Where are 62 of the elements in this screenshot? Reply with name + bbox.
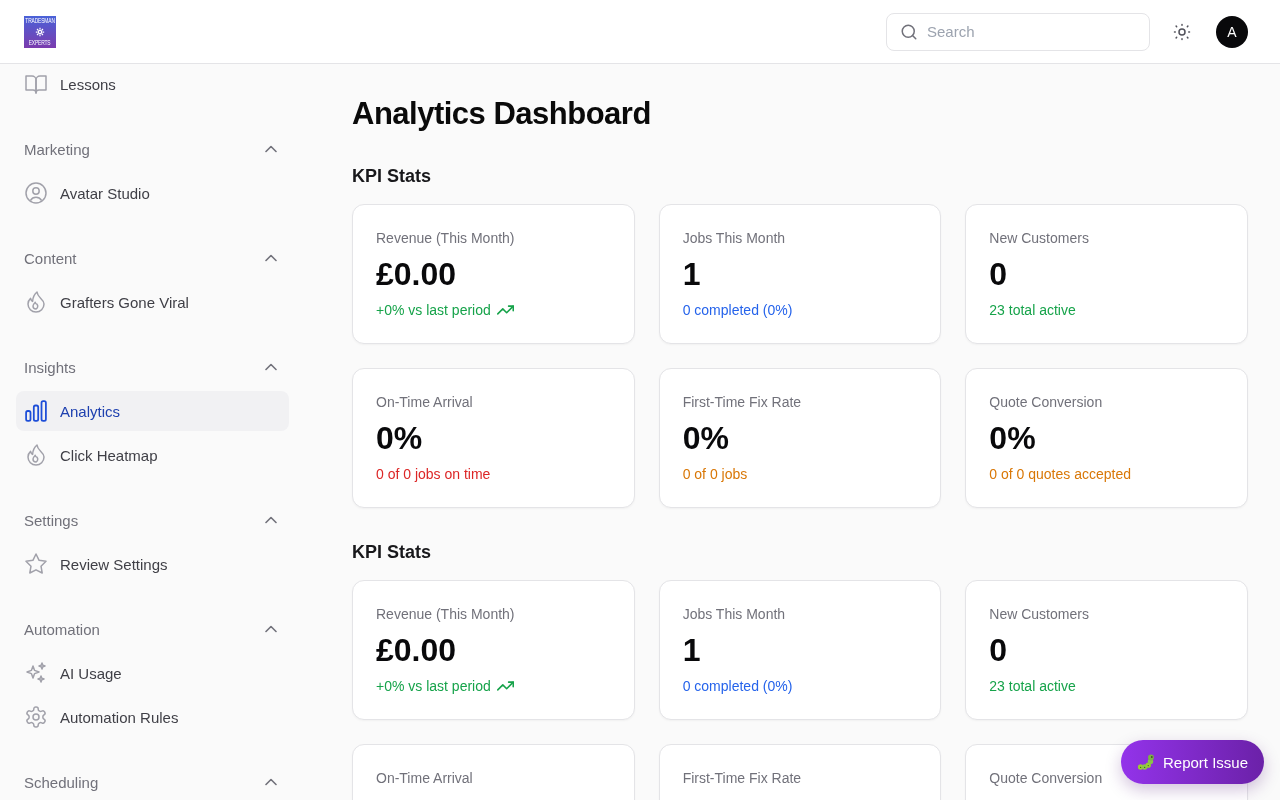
- flame-icon: [25, 291, 47, 313]
- gear-icon: [25, 706, 47, 728]
- kpi-note: 0 completed (0%): [682, 677, 793, 696]
- user-circle-icon: [25, 182, 47, 204]
- sidebar-item[interactable]: Click Heatmap: [16, 435, 289, 475]
- kpi-value: 1: [682, 632, 702, 668]
- sidebar-section-header[interactable]: Scheduling: [16, 769, 289, 795]
- kpi-value: 0%: [989, 420, 1037, 456]
- book-icon: [25, 73, 47, 95]
- kpi-note: +0% vs last period: [376, 301, 491, 320]
- sidebar-item[interactable]: AI Usage: [16, 653, 289, 693]
- page-title: Analytics Dashboard: [352, 95, 652, 133]
- star-icon: [25, 553, 47, 575]
- kpi-value: £0.00: [376, 256, 458, 292]
- section-heading: KPI Stats: [352, 541, 433, 564]
- sidebar-item[interactable]: Analytics: [16, 391, 289, 431]
- sidebar-item[interactable]: Lessons: [16, 64, 289, 104]
- kpi-label: New Customers: [989, 229, 1090, 248]
- sidebar-section-header[interactable]: Insights: [16, 354, 289, 380]
- kpi-label: On-Time Arrival: [376, 393, 474, 412]
- kpi-label: First-Time Fix Rate: [682, 393, 803, 412]
- flame-icon: [25, 444, 47, 466]
- kpi-label: Revenue (This Month): [376, 229, 516, 248]
- sidebar-section-header[interactable]: Content: [16, 245, 289, 271]
- kpi-value: 0%: [682, 420, 730, 456]
- kpi-value: 0: [989, 256, 1009, 292]
- section-heading: KPI Stats: [352, 165, 433, 188]
- sun-icon: [1173, 22, 1191, 41]
- gear-icon: [35, 26, 45, 37]
- kpi-note: +0% vs last period: [376, 677, 491, 696]
- sidebar-section-header[interactable]: Settings: [16, 507, 289, 533]
- report-issue-button[interactable]: Report Issue: [1120, 740, 1264, 784]
- kpi-note: 0 of 0 quotes accepted: [989, 465, 1131, 484]
- kpi-label: Revenue (This Month): [376, 605, 516, 624]
- kpi-value: 0%: [376, 420, 424, 456]
- avatar-button[interactable]: A: [1216, 15, 1248, 48]
- kpi-label: Quote Conversion: [989, 769, 1104, 788]
- kpi-value: 1: [682, 256, 702, 292]
- sidebar-item[interactable]: Grafters Gone Viral: [16, 282, 289, 322]
- sidebar-item[interactable]: Automation Rules: [16, 697, 289, 737]
- kpi-note: 23 total active: [989, 301, 1076, 320]
- kpi-label: On-Time Arrival: [376, 769, 474, 788]
- kpi-label: Quote Conversion: [989, 393, 1104, 412]
- kpi-label: Jobs This Month: [682, 605, 787, 624]
- sparkles-icon: [25, 662, 47, 684]
- sidebar-item[interactable]: Review Settings: [16, 544, 289, 584]
- sidebar-section-header[interactable]: Marketing: [16, 136, 289, 162]
- sidebar-section-header[interactable]: Automation: [16, 616, 289, 642]
- kpi-note: 0 completed (0%): [682, 301, 793, 320]
- search-field[interactable]: Search: [886, 12, 1150, 51]
- kpi-label: Jobs This Month: [682, 229, 787, 248]
- kpi-note: 0 of 0 jobs: [682, 465, 748, 484]
- search-icon: [900, 22, 918, 41]
- kpi-value: £0.00: [376, 632, 458, 668]
- kpi-label: New Customers: [989, 605, 1090, 624]
- kpi-note: 0 of 0 jobs on time: [376, 465, 491, 484]
- caterpillar-icon: [1136, 753, 1155, 771]
- kpi-note: 23 total active: [989, 677, 1076, 696]
- kpi-value: 0: [989, 632, 1009, 668]
- kpi-label: First-Time Fix Rate: [682, 769, 803, 788]
- sidebar-item[interactable]: Avatar Studio: [16, 173, 289, 213]
- bar-chart-icon: [25, 400, 47, 422]
